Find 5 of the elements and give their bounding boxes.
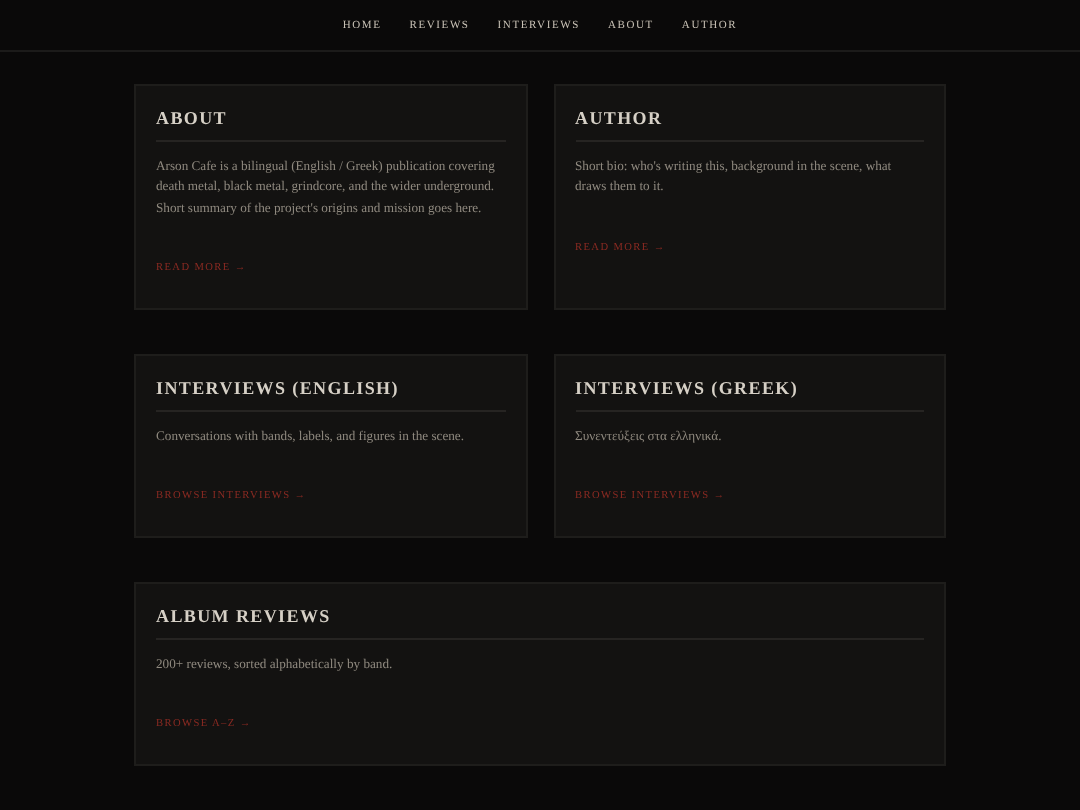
card-title: ABOUT	[156, 108, 505, 142]
card-title: AUTHOR	[575, 108, 924, 142]
card-title: INTERVIEWS (GREEK)	[575, 377, 924, 412]
card-title: INTERVIEWS (ENGLISH)	[156, 377, 505, 412]
card-title: ALBUM REVIEWS	[156, 606, 924, 641]
